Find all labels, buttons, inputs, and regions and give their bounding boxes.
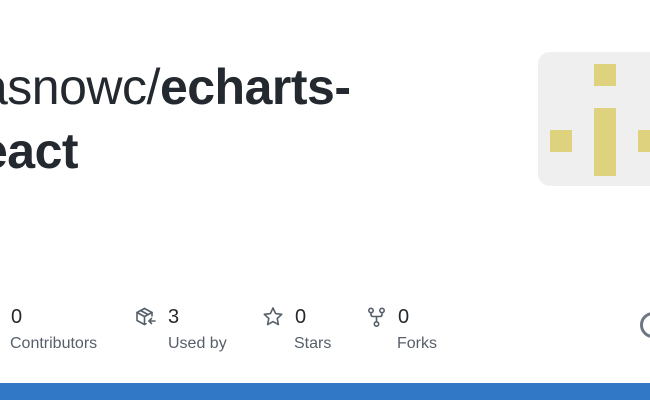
stat-stars[interactable]: 0 Stars — [262, 302, 352, 362]
stat-count: 0 — [295, 306, 307, 328]
stat-label: Contributors — [10, 335, 98, 352]
stat-count: 0 — [11, 306, 23, 328]
repo-name-part-1: echarts- — [159, 59, 351, 115]
stat-label: Forks — [397, 335, 437, 352]
star-icon — [262, 306, 283, 326]
stat-count: 0 — [398, 306, 410, 328]
repo-stats: 0 Contributors 3 Used by 0 Stars 0 Forks — [0, 302, 650, 362]
owner-avatar[interactable] — [538, 52, 650, 186]
stat-forks[interactable]: 0 Forks — [366, 302, 456, 362]
stat-label: Stars — [294, 335, 332, 352]
repo-name-part-2: eact — [0, 123, 79, 179]
avatar-block — [638, 130, 650, 152]
repo-social-card: asnowc/echarts-eact 0 Contributors — [0, 0, 650, 400]
stat-count: 3 — [168, 306, 180, 328]
avatar-block — [594, 64, 616, 86]
repo-forked-icon — [366, 306, 386, 328]
repo-title[interactable]: asnowc/echarts-eact — [0, 55, 500, 183]
language-bar — [0, 383, 650, 400]
repo-owner: asnowc/ — [0, 59, 160, 115]
stat-label: Used by — [168, 335, 227, 352]
avatar-block — [594, 108, 616, 176]
package-dependents-icon — [135, 306, 156, 326]
avatar-block — [550, 130, 572, 152]
stat-contributors[interactable]: 0 Contributors — [10, 302, 120, 362]
stat-used-by[interactable]: 3 Used by — [135, 302, 255, 362]
